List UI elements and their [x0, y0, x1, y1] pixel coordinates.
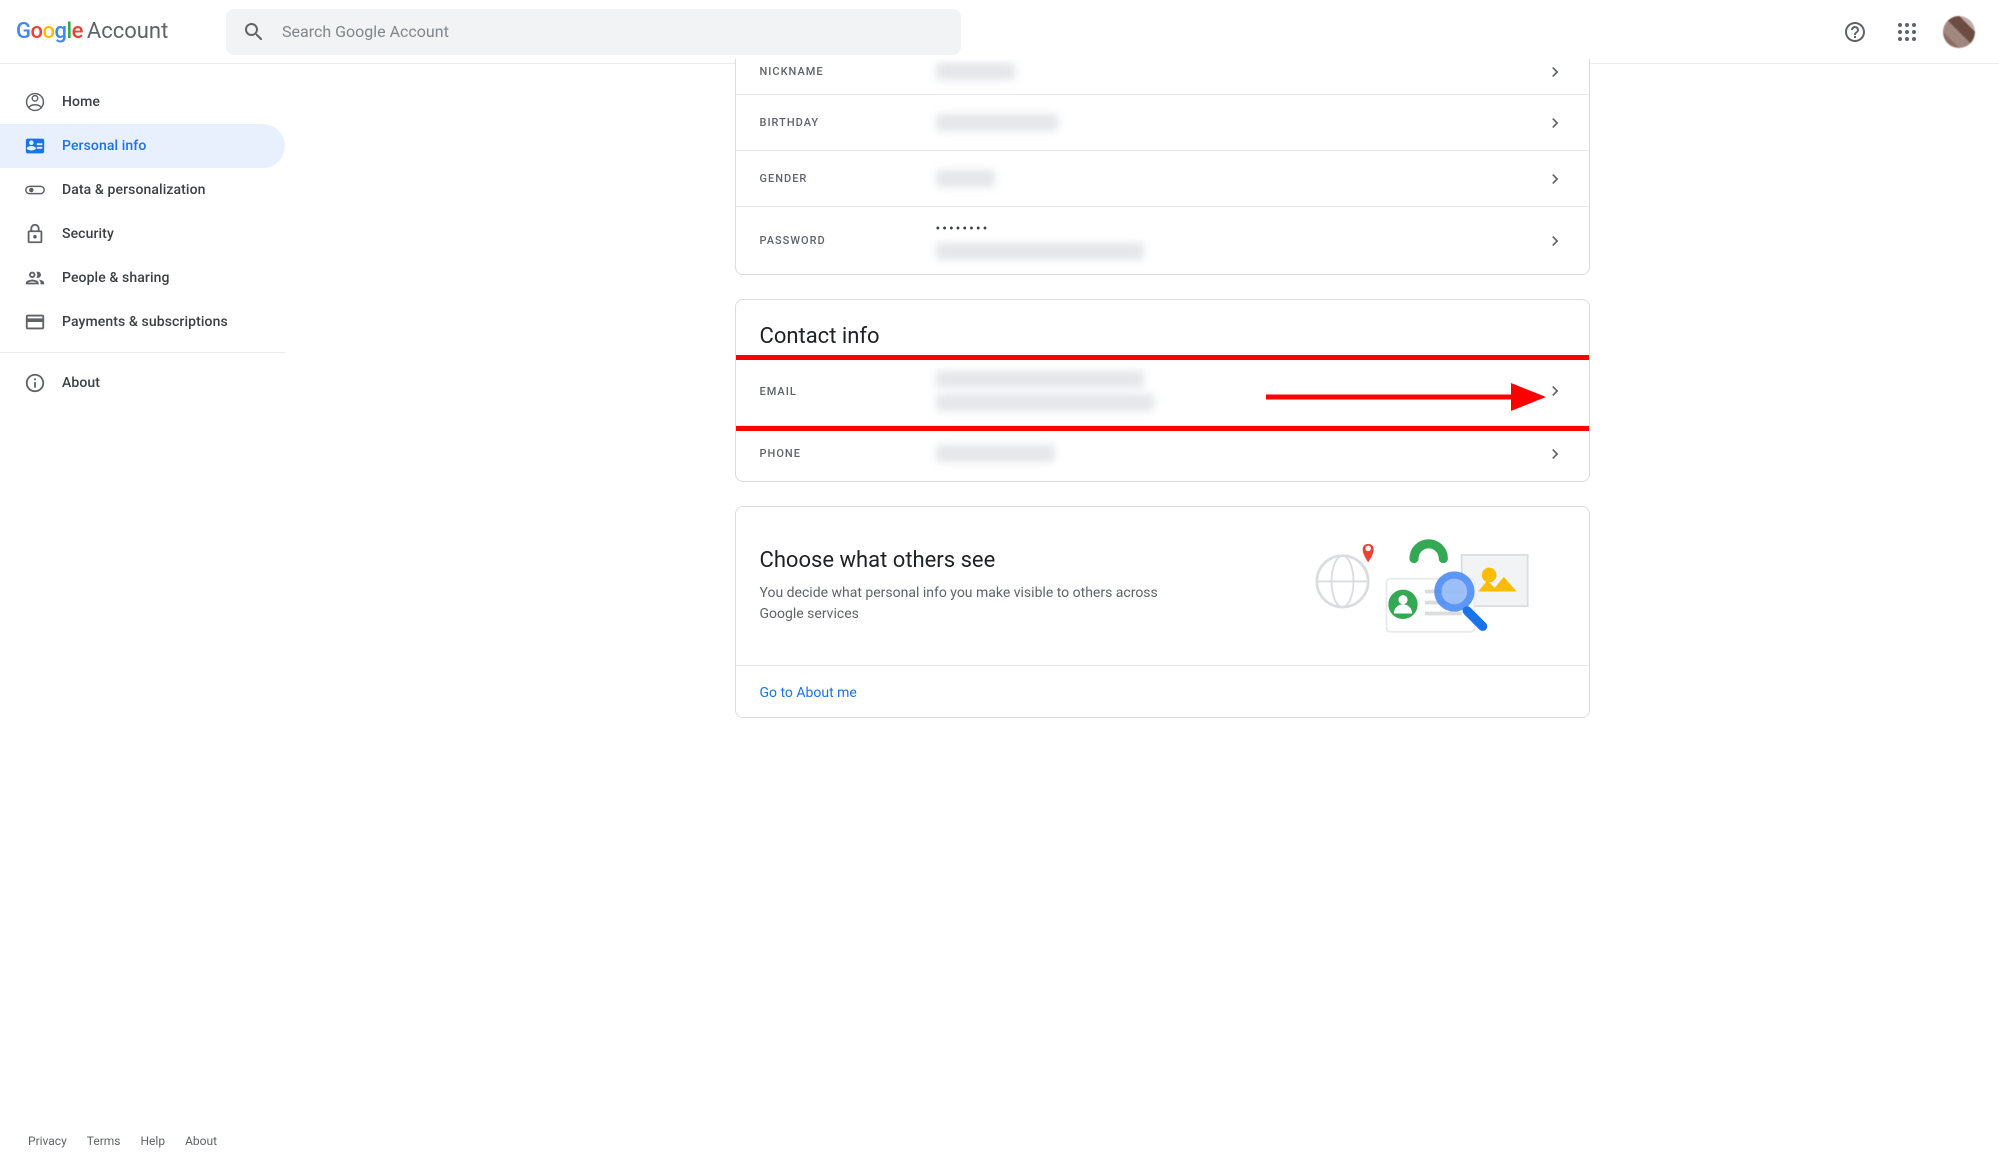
sidebar-item-payments[interactable]: Payments & subscriptions: [0, 300, 285, 344]
chevron-right-icon: [1545, 62, 1565, 82]
sidebar-item-label: People & sharing: [62, 270, 170, 286]
search-icon: [242, 20, 266, 44]
contact-info-card: Contact info EMAIL █████████████████████…: [735, 299, 1590, 482]
row-value: █████████████████████: [936, 371, 1144, 388]
row-value-secondary: ██████████████████████: [936, 394, 1154, 411]
logo[interactable]: Google Account: [16, 19, 226, 44]
chevron-right-icon: [1545, 231, 1565, 251]
sidebar-item-personal-info[interactable]: Personal info: [0, 124, 285, 168]
row-value-secondary: ████ ████████ ████ ████: [936, 243, 1145, 260]
google-apps-button[interactable]: [1887, 12, 1927, 52]
row-value: ████████ ████: [936, 114, 1059, 131]
choose-description: You decide what personal info you make v…: [760, 583, 1180, 625]
main-content: NICKNAME ████████ BIRTHDAY ████████ ████…: [285, 64, 1999, 1118]
avatar-icon: [1943, 16, 1975, 48]
chevron-right-icon: [1545, 444, 1565, 464]
toggle-icon: [24, 179, 46, 201]
row-gender[interactable]: GENDER ██████: [736, 150, 1589, 206]
sidebar-item-label: Security: [62, 226, 114, 242]
sidebar-item-label: Personal info: [62, 138, 146, 154]
info-icon: [24, 372, 46, 394]
row-label: BIRTHDAY: [760, 116, 936, 129]
section-title: Contact info: [736, 300, 1589, 357]
people-icon: [24, 267, 46, 289]
help-button[interactable]: [1835, 12, 1875, 52]
search-input[interactable]: [266, 22, 945, 41]
basic-info-card: NICKNAME ████████ BIRTHDAY ████████ ████…: [735, 59, 1590, 275]
go-to-about-me-link[interactable]: Go to About me: [760, 685, 857, 701]
row-email[interactable]: EMAIL █████████████████████ ████████████…: [736, 357, 1589, 425]
row-value: ████████: [936, 63, 1015, 80]
chevron-right-icon: [1545, 113, 1565, 133]
sidebar-divider: [0, 352, 285, 353]
footer-about-link[interactable]: About: [185, 1134, 217, 1148]
sidebar-item-security[interactable]: Security: [0, 212, 285, 256]
sidebar-item-data-personalization[interactable]: Data & personalization: [0, 168, 285, 212]
badge-icon: [24, 135, 46, 157]
footer-terms-link[interactable]: Terms: [87, 1134, 121, 1148]
sidebar-item-label: Home: [62, 94, 100, 110]
row-label: PHONE: [760, 447, 936, 460]
chevron-right-icon: [1545, 169, 1565, 189]
home-icon: [24, 91, 46, 113]
account-label: Account: [87, 19, 168, 44]
row-birthday[interactable]: BIRTHDAY ████████ ████: [736, 94, 1589, 150]
apps-grid-icon: [1898, 23, 1916, 41]
account-avatar-button[interactable]: [1939, 12, 1979, 52]
row-value: ••••••••: [936, 221, 1565, 237]
footer: Privacy Terms Help About: [0, 1118, 1999, 1164]
footer-privacy-link[interactable]: Privacy: [28, 1134, 67, 1148]
row-label: GENDER: [760, 172, 936, 185]
sidebar-item-label: Payments & subscriptions: [62, 314, 228, 330]
sidebar-item-home[interactable]: Home: [0, 80, 285, 124]
row-password[interactable]: PASSWORD •••••••• ████ ████████ ████ ███…: [736, 206, 1589, 274]
about-me-link-row: Go to About me: [736, 665, 1589, 717]
header-right: [1835, 12, 1983, 52]
row-label: EMAIL: [760, 385, 936, 398]
row-label: NICKNAME: [760, 65, 936, 78]
row-nickname[interactable]: NICKNAME ████████: [736, 59, 1589, 94]
sidebar: Home Personal info Data & personalizatio…: [0, 64, 285, 1118]
choose-illustration: [1285, 531, 1565, 641]
row-phone[interactable]: PHONE ████████████: [736, 425, 1589, 481]
sidebar-item-label: About: [62, 375, 100, 391]
search-bar[interactable]: [226, 9, 961, 55]
sidebar-item-label: Data & personalization: [62, 182, 206, 198]
sidebar-item-people-sharing[interactable]: People & sharing: [0, 256, 285, 300]
card-icon: [24, 311, 46, 333]
choose-title: Choose what others see: [760, 548, 1261, 573]
sidebar-item-about[interactable]: About: [0, 361, 285, 405]
google-logo-text: Google: [16, 19, 83, 44]
row-label: PASSWORD: [760, 234, 936, 247]
chevron-right-icon: [1545, 381, 1565, 401]
footer-help-link[interactable]: Help: [141, 1134, 166, 1148]
help-icon: [1843, 20, 1867, 44]
choose-others-see-card: Choose what others see You decide what p…: [735, 506, 1590, 718]
header: Google Account: [0, 0, 1999, 64]
lock-icon: [24, 223, 46, 245]
row-value: ████████████: [936, 445, 1055, 462]
row-value: ██████: [936, 170, 996, 187]
